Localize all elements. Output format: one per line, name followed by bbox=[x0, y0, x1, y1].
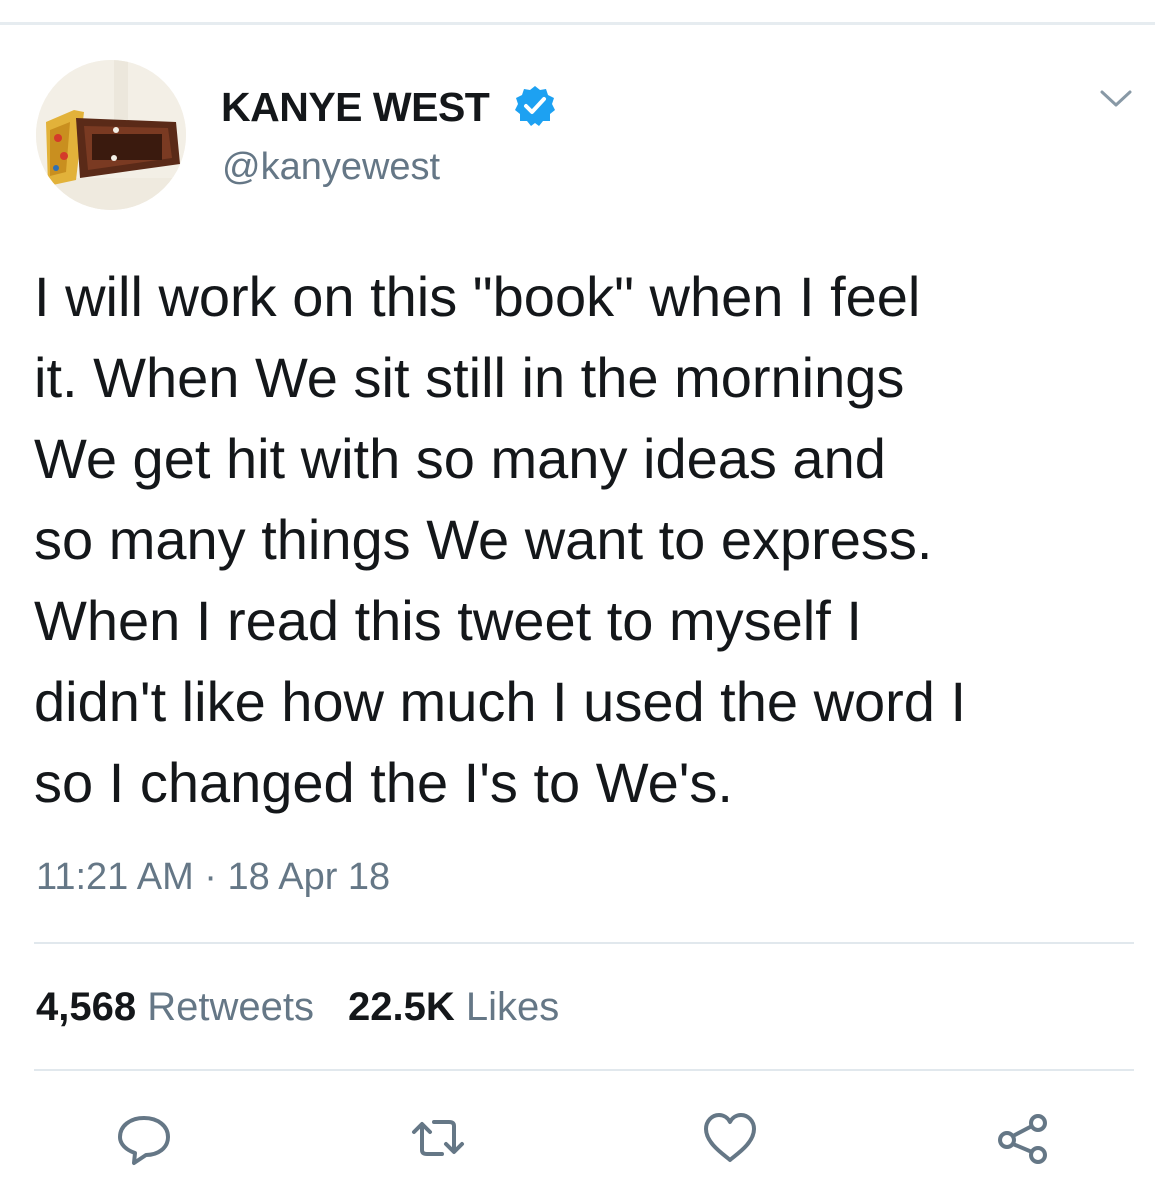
tweet-text-line: When I read this tweet to myself I bbox=[34, 589, 862, 652]
retweets-count: 4,568 bbox=[36, 985, 137, 1029]
tweet-text-line: I will work on this "book" when I feel bbox=[34, 265, 921, 328]
verified-badge-icon bbox=[515, 86, 555, 126]
retweets-label: Retweets bbox=[147, 985, 314, 1029]
divider bbox=[34, 1069, 1134, 1071]
tweet-text-line: it. When We sit still in the mornings bbox=[34, 346, 905, 409]
tweet-timestamp[interactable]: 11:21 AM · 18 Apr 18 bbox=[36, 856, 390, 899]
engagement-stats: 4,568 Retweets 22.5K Likes bbox=[36, 985, 559, 1030]
tweet-text-line: We get hit with so many ideas and bbox=[34, 427, 886, 490]
tweet-text-line: so I changed the I's to We's. bbox=[34, 751, 733, 814]
likes-stat[interactable]: 22.5K Likes bbox=[348, 985, 559, 1029]
retweet-button[interactable] bbox=[408, 1108, 468, 1168]
retweet-icon bbox=[412, 1120, 464, 1156]
heart-icon bbox=[704, 1113, 756, 1162]
tweet-text: I will work on this "book" when I feel i… bbox=[34, 256, 1134, 823]
avatar[interactable] bbox=[36, 60, 186, 210]
display-name[interactable]: KANYE WEST bbox=[221, 84, 490, 131]
reply-button[interactable] bbox=[114, 1108, 174, 1168]
tweet-text-line: didn't like how much I used the word I bbox=[34, 670, 967, 733]
reply-icon bbox=[118, 1116, 170, 1165]
like-button[interactable] bbox=[700, 1108, 760, 1168]
tweet-text-line: so many things We want to express. bbox=[34, 508, 933, 571]
likes-count: 22.5K bbox=[347, 985, 455, 1029]
user-handle[interactable]: @kanyewest bbox=[222, 146, 440, 189]
retweets-stat[interactable]: 4,568 Retweets bbox=[36, 985, 314, 1029]
likes-label: Likes bbox=[465, 985, 560, 1029]
share-button[interactable] bbox=[993, 1108, 1053, 1168]
divider bbox=[34, 942, 1134, 944]
share-icon bbox=[998, 1114, 1047, 1164]
chevron-down-icon[interactable] bbox=[1096, 84, 1136, 112]
top-divider bbox=[0, 22, 1155, 25]
